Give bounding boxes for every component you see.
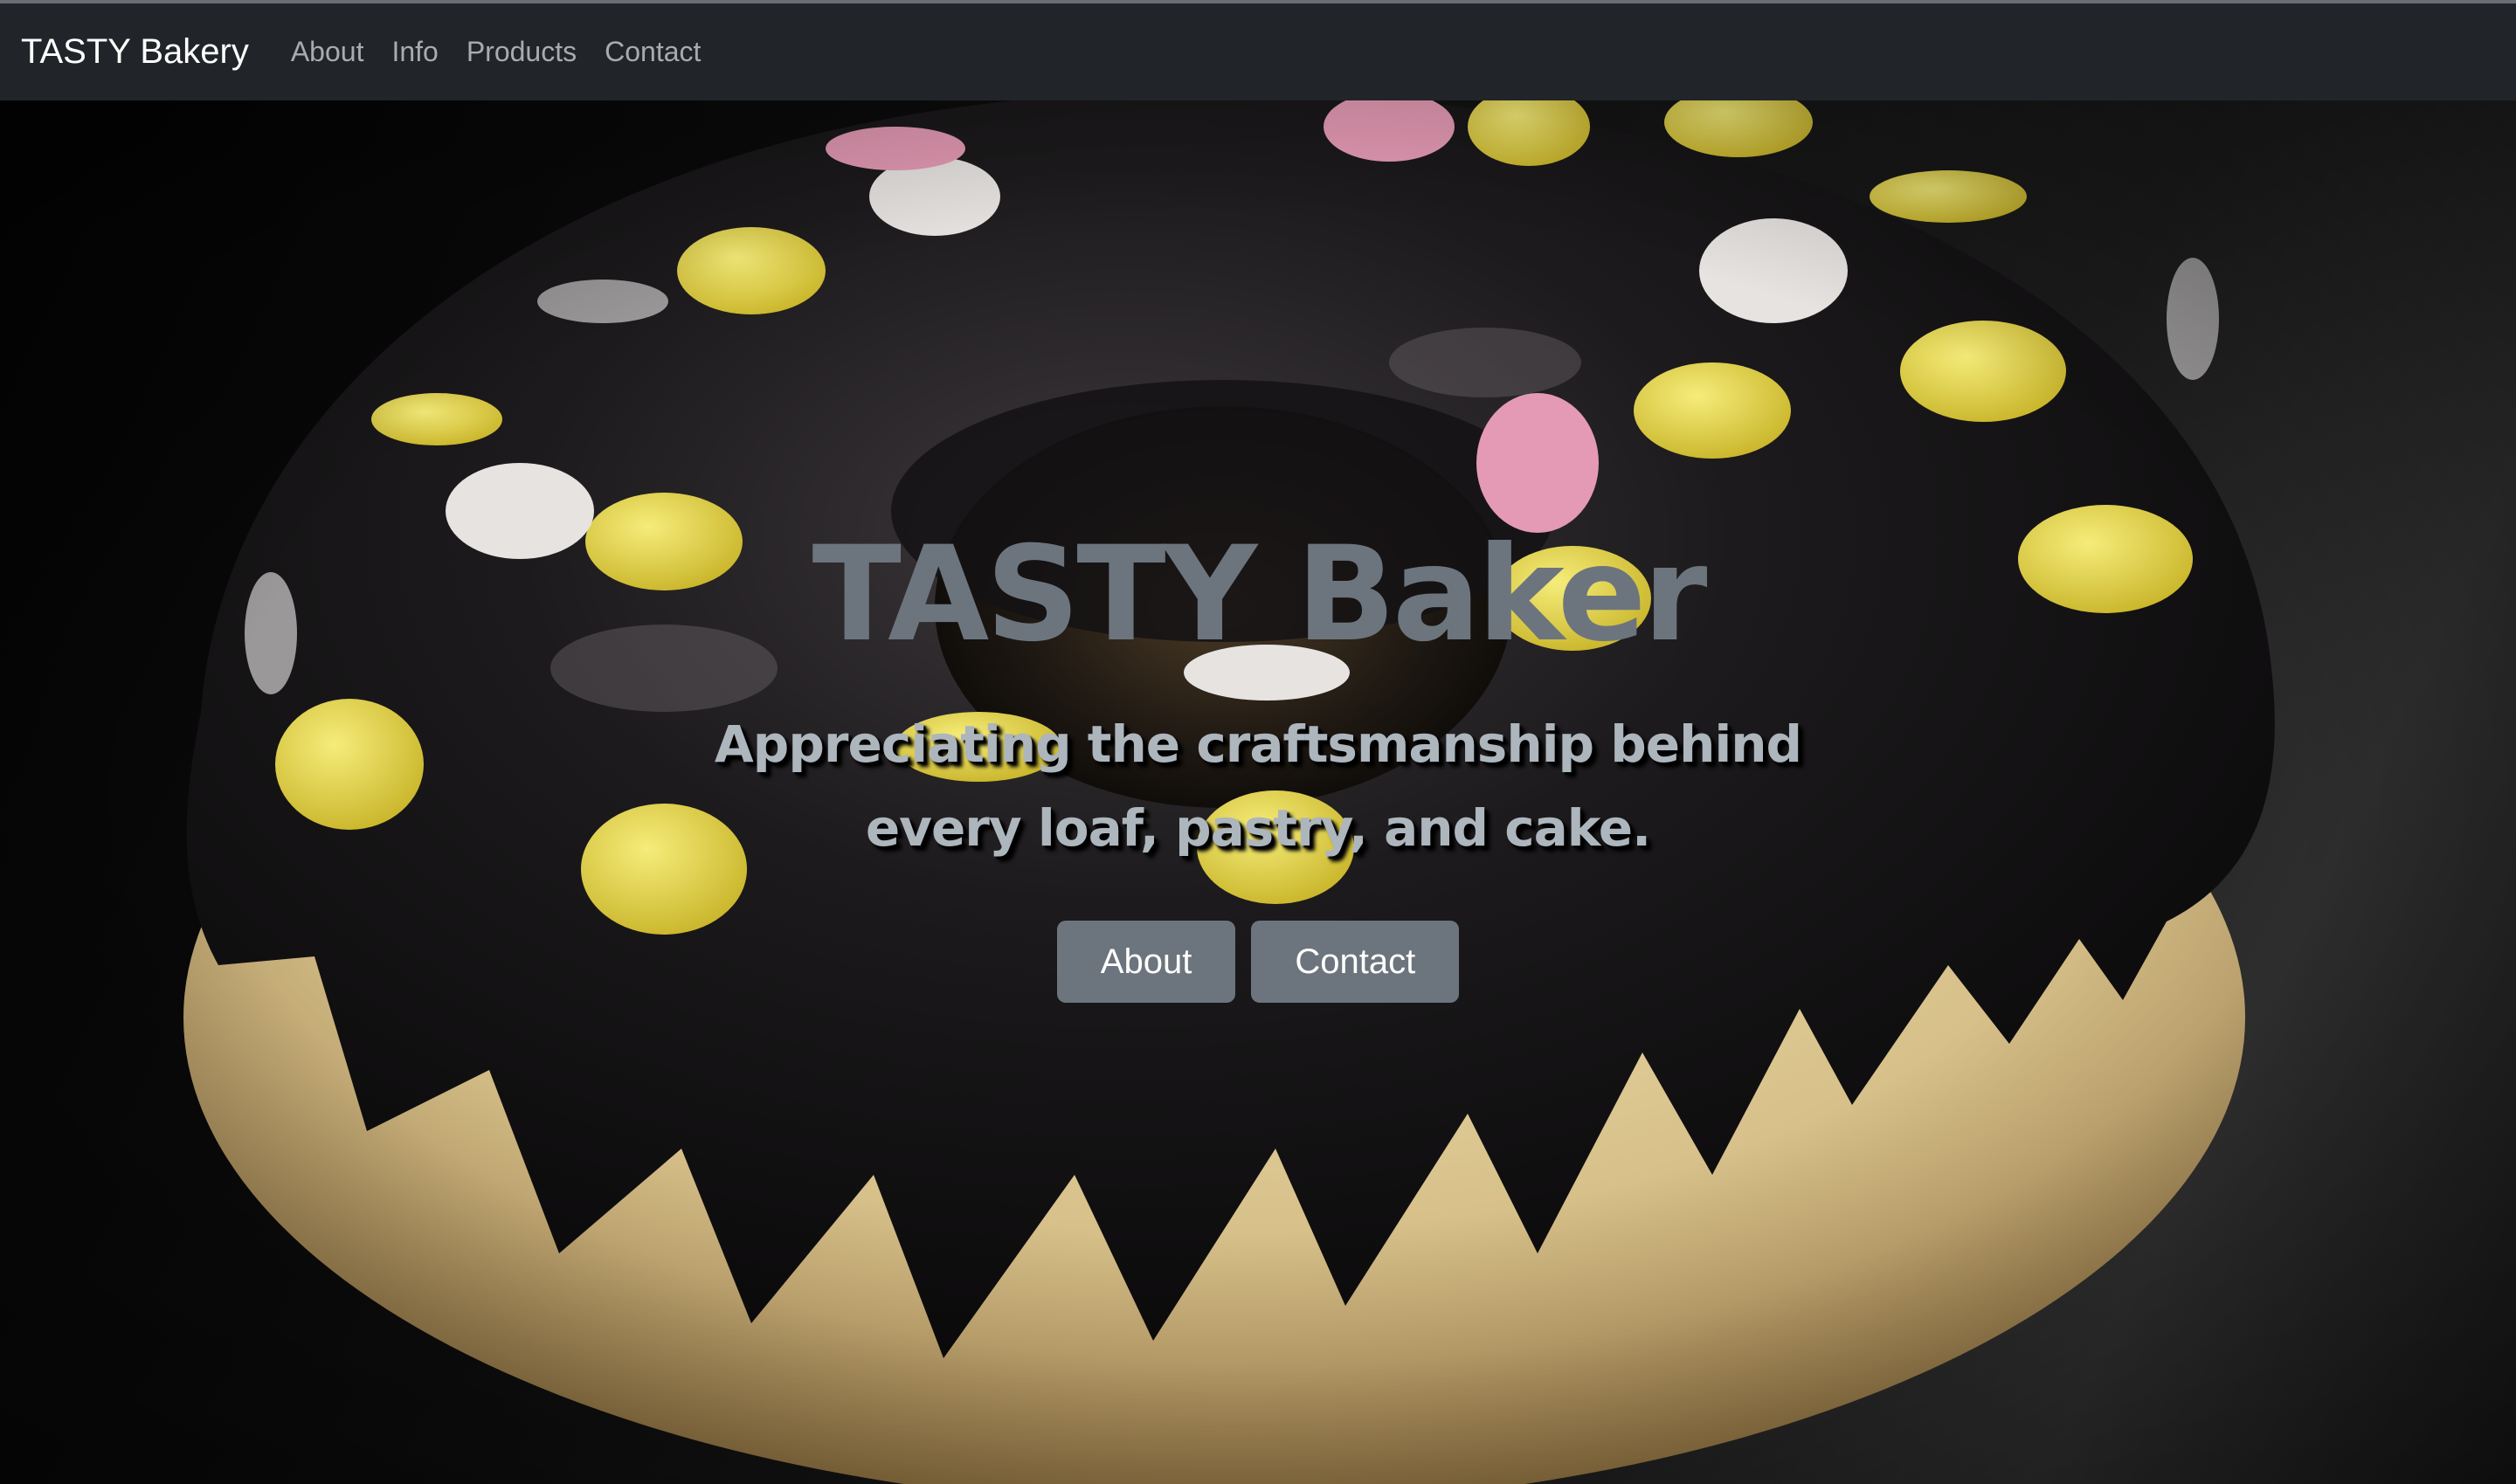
about-button[interactable]: About bbox=[1056, 920, 1236, 1003]
hero-section: TASTY Baker Appreciating the craftsmansh… bbox=[0, 100, 2516, 1484]
contact-button[interactable]: Contact bbox=[1251, 920, 1460, 1003]
nav-link-info[interactable]: Info bbox=[391, 36, 438, 68]
hero-buttons: About Contact bbox=[0, 920, 2516, 1003]
hero-title: TASTY Baker bbox=[812, 519, 1708, 671]
nav-links: About Info Products Contact bbox=[291, 36, 729, 68]
navbar-brand[interactable]: TASTY Bakery bbox=[21, 32, 249, 72]
navbar: TASTY Bakery About Info Products Contact bbox=[0, 3, 2516, 100]
nav-link-about[interactable]: About bbox=[291, 36, 364, 68]
hero-lead-text: Appreciating the craftsmanship behind ev… bbox=[714, 714, 1802, 858]
nav-link-contact[interactable]: Contact bbox=[605, 36, 701, 68]
nav-link-products[interactable]: Products bbox=[467, 36, 577, 68]
hero-content: TASTY Baker Appreciating the craftsmansh… bbox=[0, 520, 2516, 1003]
